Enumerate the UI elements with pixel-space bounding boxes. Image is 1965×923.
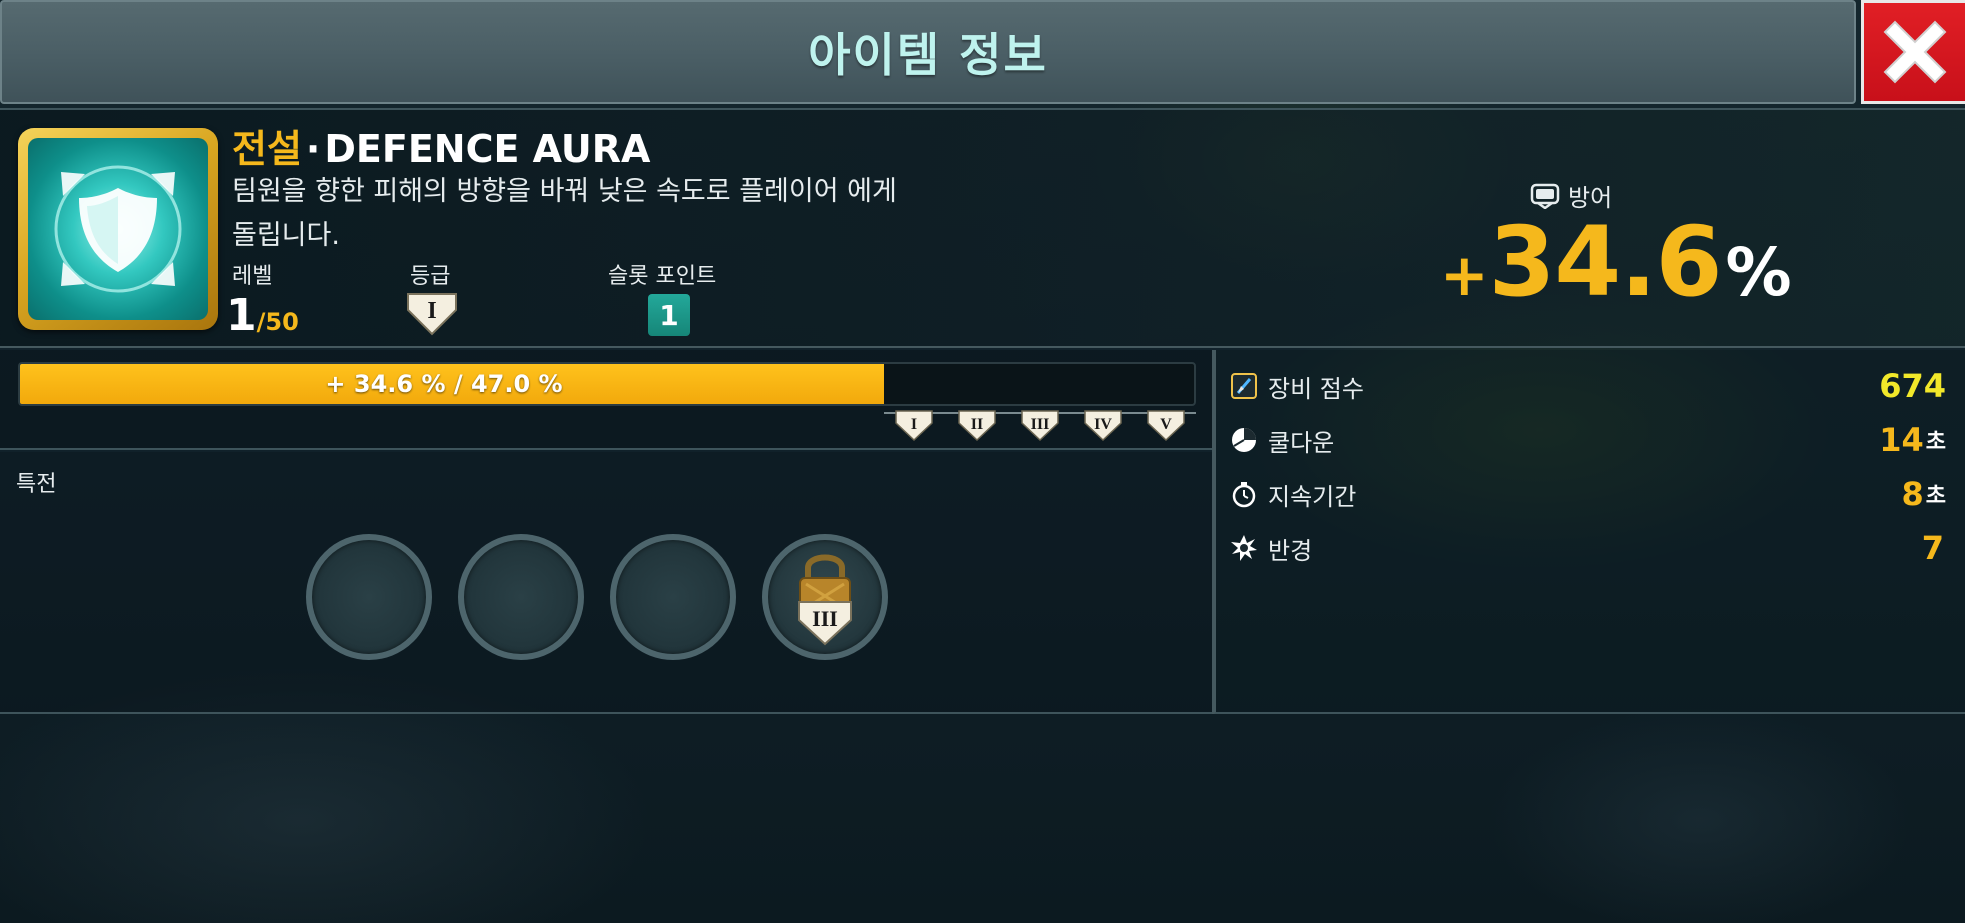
stat-label: 쿨다운 — [1268, 428, 1335, 457]
gear-score-icon — [1230, 372, 1258, 400]
stat-label: 반경 — [1268, 536, 1313, 565]
stat-label: 지속기간 — [1268, 482, 1357, 511]
item-description: 팀원을 향한 피해의 방향을 바꿔 낮은 속도로 플레이어 에게 돌립니다. — [232, 176, 897, 251]
required-tier-badge: III — [798, 601, 852, 646]
tier-marker-3: III — [1019, 408, 1061, 442]
stat-row-cooldown: 쿨다운 14 초 — [1230, 418, 1946, 462]
tier-marker-5: V — [1145, 408, 1187, 442]
item-name-separator: · — [305, 127, 321, 171]
perk-slot-2[interactable] — [458, 534, 584, 660]
title-bar: 아이템 정보 — [0, 0, 1856, 104]
tier-marker-label: III — [1031, 416, 1050, 433]
radius-icon — [1230, 534, 1258, 562]
stat-unit: 초 — [1925, 484, 1946, 509]
tier-marker-label: II — [971, 416, 983, 433]
stat-value: 14 — [1879, 421, 1924, 459]
stat-row-radius: 반경 7 — [1230, 526, 1946, 570]
item-rarity: 전설 — [232, 127, 302, 171]
stat-label: 장비 점수 — [1268, 374, 1364, 403]
perk-slot-locked[interactable]: III — [762, 534, 888, 660]
bonus-plus: + — [1440, 241, 1489, 309]
slot-points-value: 1 — [659, 298, 679, 332]
armor-icon — [1530, 183, 1560, 209]
item-title: DEFENCE AURA — [324, 127, 651, 171]
bonus-unit: % — [1725, 234, 1792, 311]
shield-aura-icon — [28, 138, 208, 320]
perk-slot-1[interactable] — [306, 534, 432, 660]
required-tier-label: III — [812, 606, 838, 631]
tier-marker-2: II — [956, 408, 998, 442]
slot-points-label: 슬롯 포인트 — [608, 264, 717, 289]
page-title: 아이템 정보 — [808, 28, 1048, 82]
stat-row-gear-score: 장비 점수 674 — [1230, 364, 1946, 408]
close-icon — [1883, 20, 1946, 84]
cooldown-icon — [1230, 426, 1258, 454]
stat-value: 674 — [1879, 367, 1946, 405]
panel-divider — [1212, 350, 1214, 714]
tier-marker-1: I — [893, 408, 935, 442]
stopwatch-icon — [1230, 480, 1258, 508]
bonus-value: +34.6% — [1440, 206, 1792, 318]
level-current: 1 — [226, 290, 257, 341]
perk-slot-3[interactable] — [610, 534, 736, 660]
item-name: 전설 · DEFENCE AURA — [232, 118, 650, 173]
level-max: 50 — [265, 308, 299, 336]
slot-points-badge: 1 — [648, 294, 690, 336]
stat-unit: 초 — [1925, 430, 1946, 455]
close-button[interactable] — [1861, 0, 1965, 104]
stat-row-duration: 지속기간 8초 — [1230, 472, 1946, 516]
perks-title: 특전 — [16, 472, 57, 497]
stat-value: 7 — [1921, 529, 1944, 567]
grade-label: 등급 — [410, 264, 451, 289]
tier-marker-label: V — [1160, 416, 1172, 433]
item-icon-frame — [18, 128, 218, 330]
upgrade-progress-bar: + 34.6 % / 47.0 % — [18, 362, 1196, 406]
tier-marker-label: I — [911, 416, 917, 433]
grade-badge: I — [405, 290, 459, 336]
tier-marker-label: IV — [1094, 416, 1112, 433]
level-label: 레벨 — [232, 264, 273, 289]
perks-section — [0, 452, 1212, 714]
level-value: 1/50 — [226, 290, 299, 341]
progress-text: + 34.6 % / 47.0 % — [325, 370, 563, 398]
tier-marker-4: IV — [1082, 408, 1124, 442]
grade-value: I — [427, 298, 436, 324]
stat-value: 8 — [1901, 475, 1924, 513]
bonus-number: 34.6 — [1488, 206, 1723, 318]
